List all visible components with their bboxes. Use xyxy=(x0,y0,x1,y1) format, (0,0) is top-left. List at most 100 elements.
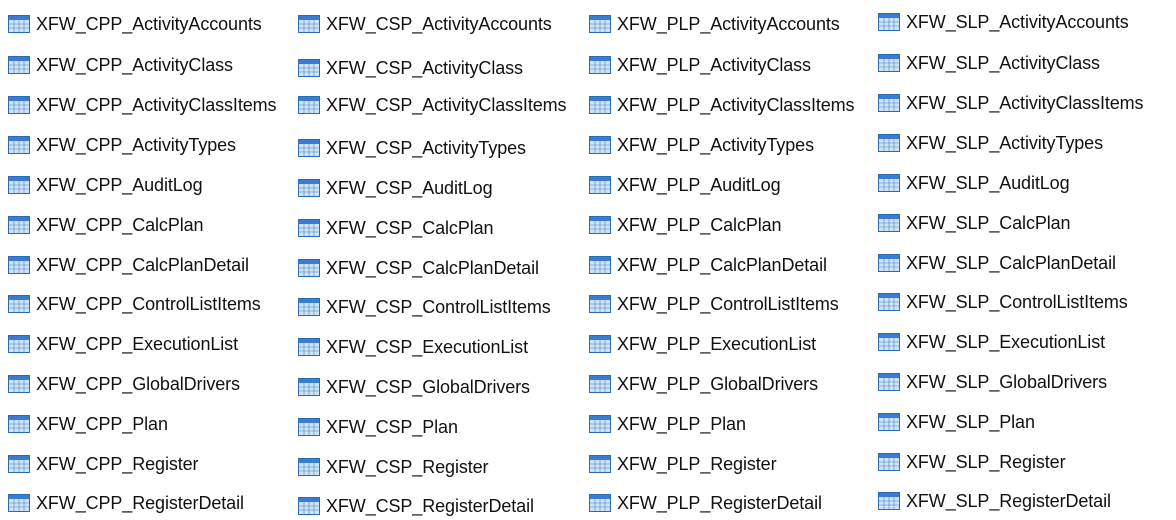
list-item[interactable]: XFW_CPP_ActivityClass xyxy=(8,52,233,78)
list-item-label: XFW_CSP_ActivityClass xyxy=(326,57,523,78)
list-item[interactable]: XFW_SLP_ExecutionList xyxy=(878,329,1105,355)
list-item-label: XFW_CSP_ActivityAccounts xyxy=(326,13,552,34)
list-item[interactable]: XFW_CSP_ExecutionList xyxy=(298,334,528,360)
list-item[interactable]: XFW_CPP_ActivityAccounts xyxy=(8,11,262,37)
table-icon xyxy=(589,96,611,114)
table-icon xyxy=(8,494,30,512)
table-icon xyxy=(298,96,320,114)
table-icon xyxy=(8,56,30,74)
list-item[interactable]: XFW_CPP_RegisterDetail xyxy=(8,490,244,516)
table-icon xyxy=(298,497,320,515)
list-item-label: XFW_PLP_ControlListItems xyxy=(617,293,839,314)
list-item-label: XFW_SLP_ActivityClass xyxy=(906,52,1100,73)
list-item[interactable]: XFW_CPP_ActivityClassItems xyxy=(8,92,277,118)
list-item-label: XFW_CPP_GlobalDrivers xyxy=(36,373,240,394)
list-item[interactable]: XFW_PLP_Plan xyxy=(589,411,746,437)
list-item-label: XFW_CPP_ActivityClassItems xyxy=(36,94,277,115)
list-item[interactable]: XFW_CPP_GlobalDrivers xyxy=(8,371,240,397)
list-item[interactable]: XFW_CSP_CalcPlanDetail xyxy=(298,255,539,281)
list-item-label: XFW_PLP_AuditLog xyxy=(617,174,781,195)
list-item[interactable]: XFW_PLP_ActivityTypes xyxy=(589,132,814,158)
list-item[interactable]: XFW_CSP_ActivityClassItems xyxy=(298,92,567,118)
list-item[interactable]: XFW_CSP_ActivityClass xyxy=(298,55,523,81)
list-item-label: XFW_CSP_ActivityTypes xyxy=(326,137,526,158)
list-item[interactable]: XFW_CPP_ControlListItems xyxy=(8,291,261,317)
list-item-label: XFW_SLP_ExecutionList xyxy=(906,331,1105,352)
list-item[interactable]: XFW_PLP_CalcPlanDetail xyxy=(589,252,827,278)
table-icon xyxy=(8,216,30,234)
list-item-label: XFW_CPP_Register xyxy=(36,453,199,474)
list-item[interactable]: XFW_SLP_ActivityClass xyxy=(878,50,1100,76)
list-item[interactable]: XFW_SLP_ActivityAccounts xyxy=(878,9,1129,35)
list-item-label: XFW_CPP_AuditLog xyxy=(36,174,203,195)
table-icon xyxy=(589,375,611,393)
list-item-label: XFW_SLP_ActivityClassItems xyxy=(906,92,1144,113)
list-item[interactable]: XFW_PLP_AuditLog xyxy=(589,172,781,198)
list-item[interactable]: XFW_SLP_CalcPlan xyxy=(878,210,1071,236)
list-item[interactable]: XFW_PLP_ControlListItems xyxy=(589,291,839,317)
table-icon xyxy=(878,13,900,31)
table-icon xyxy=(589,56,611,74)
table-icon xyxy=(8,136,30,154)
list-item[interactable]: XFW_SLP_ActivityClassItems xyxy=(878,90,1144,116)
list-item[interactable]: XFW_CSP_ActivityAccounts xyxy=(298,11,552,37)
list-item[interactable]: XFW_PLP_GlobalDrivers xyxy=(589,371,818,397)
list-item[interactable]: XFW_CPP_ActivityTypes xyxy=(8,132,236,158)
list-item-label: XFW_PLP_GlobalDrivers xyxy=(617,373,818,394)
list-item-label: XFW_CSP_RegisterDetail xyxy=(326,495,534,516)
table-icon xyxy=(298,378,320,396)
list-item[interactable]: XFW_SLP_GlobalDrivers xyxy=(878,369,1107,395)
list-item-label: XFW_SLP_AuditLog xyxy=(906,172,1070,193)
list-item-label: XFW_PLP_ActivityClassItems xyxy=(617,94,855,115)
list-item[interactable]: XFW_PLP_RegisterDetail xyxy=(589,490,822,516)
list-item[interactable]: XFW_SLP_AuditLog xyxy=(878,170,1070,196)
list-item[interactable]: XFW_CPP_CalcPlan xyxy=(8,212,204,238)
list-item[interactable]: XFW_CSP_CalcPlan xyxy=(298,215,494,241)
list-item[interactable]: XFW_CPP_Plan xyxy=(8,411,168,437)
table-icon xyxy=(8,335,30,353)
table-icon xyxy=(878,254,900,272)
list-item[interactable]: XFW_PLP_Register xyxy=(589,451,777,477)
list-item[interactable]: XFW_CSP_Plan xyxy=(298,414,458,440)
list-item[interactable]: XFW_CSP_ControlListItems xyxy=(298,294,551,320)
table-icon xyxy=(878,333,900,351)
list-item[interactable]: XFW_CSP_GlobalDrivers xyxy=(298,374,530,400)
list-item[interactable]: XFW_CSP_ActivityTypes xyxy=(298,135,526,161)
table-icon xyxy=(589,15,611,33)
list-item-label: XFW_SLP_Plan xyxy=(906,411,1035,432)
list-item-label: XFW_CSP_Plan xyxy=(326,416,458,437)
list-item[interactable]: XFW_CSP_Register xyxy=(298,454,489,480)
table-icon xyxy=(298,15,320,33)
list-item[interactable]: XFW_PLP_ActivityAccounts xyxy=(589,11,840,37)
list-item[interactable]: XFW_SLP_Plan xyxy=(878,409,1035,435)
list-item-label: XFW_SLP_GlobalDrivers xyxy=(906,371,1107,392)
table-icon xyxy=(878,94,900,112)
list-item-label: XFW_PLP_CalcPlan xyxy=(617,214,782,235)
list-item-label: XFW_PLP_ActivityClass xyxy=(617,54,811,75)
list-item-label: XFW_SLP_CalcPlan xyxy=(906,212,1071,233)
list-item[interactable]: XFW_SLP_ControlListItems xyxy=(878,289,1128,315)
list-item[interactable]: XFW_SLP_Register xyxy=(878,449,1066,475)
list-item-label: XFW_PLP_Register xyxy=(617,453,777,474)
list-item-label: XFW_PLP_Plan xyxy=(617,413,746,434)
list-item[interactable]: XFW_SLP_RegisterDetail xyxy=(878,488,1111,514)
list-item-label: XFW_CPP_Plan xyxy=(36,413,168,434)
list-item[interactable]: XFW_CPP_AuditLog xyxy=(8,172,203,198)
list-item[interactable]: XFW_CSP_RegisterDetail xyxy=(298,493,534,519)
list-item[interactable]: XFW_CSP_AuditLog xyxy=(298,175,493,201)
list-item[interactable]: XFW_SLP_ActivityTypes xyxy=(878,130,1103,156)
list-item[interactable]: XFW_SLP_CalcPlanDetail xyxy=(878,250,1116,276)
list-item[interactable]: XFW_PLP_ActivityClassItems xyxy=(589,92,855,118)
table-icon xyxy=(589,216,611,234)
list-item[interactable]: XFW_CPP_ExecutionList xyxy=(8,331,238,357)
list-item-label: XFW_SLP_Register xyxy=(906,451,1066,472)
list-item[interactable]: XFW_CPP_Register xyxy=(8,451,199,477)
list-item-label: XFW_CSP_ActivityClassItems xyxy=(326,94,567,115)
list-item[interactable]: XFW_PLP_ExecutionList xyxy=(589,331,816,357)
list-item[interactable]: XFW_PLP_CalcPlan xyxy=(589,212,782,238)
list-item-label: XFW_SLP_ControlListItems xyxy=(906,291,1128,312)
list-item[interactable]: XFW_CPP_CalcPlanDetail xyxy=(8,252,249,278)
list-item-label: XFW_CSP_GlobalDrivers xyxy=(326,376,530,397)
table-icon xyxy=(589,295,611,313)
list-item[interactable]: XFW_PLP_ActivityClass xyxy=(589,52,811,78)
